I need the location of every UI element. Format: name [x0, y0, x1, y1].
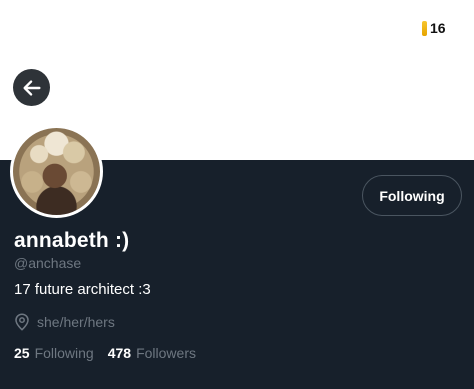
- user-handle: @anchase: [14, 255, 82, 271]
- badge-count: 16: [430, 20, 446, 36]
- location-row: she/her/hers: [14, 313, 115, 331]
- followers-stat[interactable]: 478 Followers: [108, 345, 196, 361]
- badge-bar-icon: [422, 20, 427, 36]
- back-button[interactable]: [13, 69, 50, 106]
- arrow-left-icon: [22, 79, 41, 96]
- location-text: she/her/hers: [37, 314, 115, 330]
- following-count: 25: [14, 345, 30, 361]
- location-pin-icon: [15, 313, 29, 331]
- notification-badge: 16: [422, 20, 446, 36]
- following-label: Following: [34, 345, 94, 361]
- followers-label: Followers: [136, 345, 196, 361]
- bio: 17 future architect :3: [14, 281, 151, 298]
- following-stat[interactable]: 25 Following: [14, 345, 94, 361]
- avatar[interactable]: [10, 125, 103, 218]
- profile-stats: 25 Following 478 Followers: [14, 345, 210, 361]
- followers-count: 478: [107, 345, 132, 361]
- display-name: annabeth :): [14, 229, 130, 252]
- following-button[interactable]: Following: [362, 175, 462, 216]
